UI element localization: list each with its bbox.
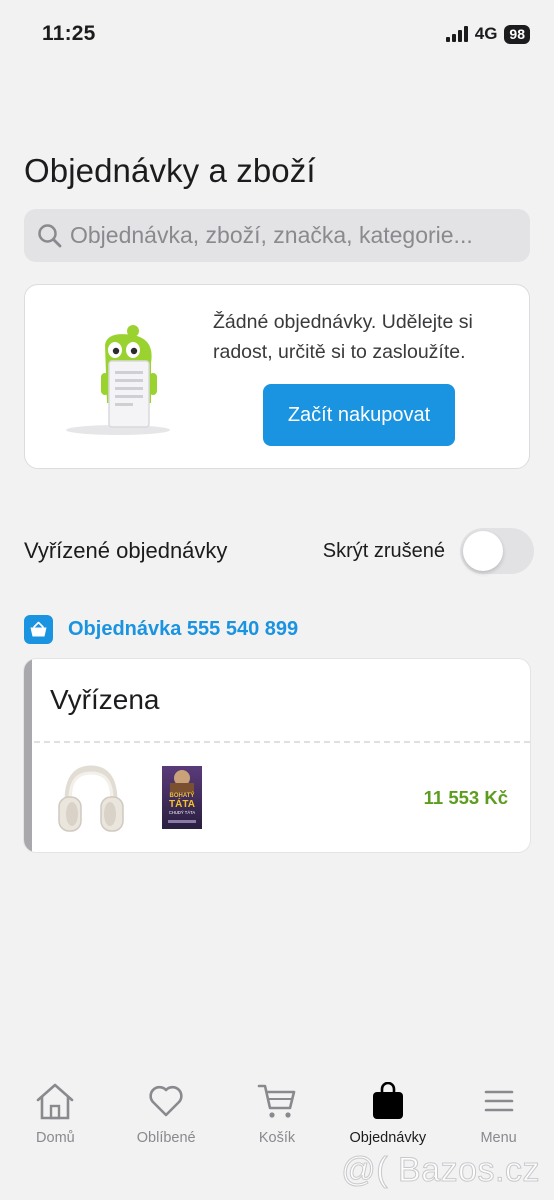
tab-orders[interactable]: Objednávky [332, 1078, 443, 1158]
signal-icon [445, 26, 468, 42]
book-cover-line-3: CHUDÝ TÁTA [169, 810, 196, 815]
tab-cart-label: Košík [258, 1130, 296, 1146]
tab-menu[interactable]: Menu [443, 1078, 554, 1158]
status-time: 11:25 [42, 22, 96, 45]
tab-favorites[interactable]: Oblíbené [111, 1078, 222, 1158]
network-type: 4G [474, 24, 498, 43]
divider [34, 741, 530, 743]
cart-icon [254, 1078, 300, 1124]
order-link[interactable]: Objednávka 555 540 899 [24, 615, 298, 644]
tab-bar: Domů Oblíbené Košík Objednávky Menu [0, 1078, 554, 1158]
tab-orders-label: Objednávky [349, 1130, 427, 1146]
basket-icon [24, 615, 53, 644]
heart-icon [143, 1078, 189, 1124]
tab-menu-label: Menu [480, 1130, 517, 1146]
menu-icon [476, 1078, 522, 1124]
empty-orders-card: Žádné objednávky. Udělejte si radost, ur… [24, 284, 530, 469]
tab-cart[interactable]: Košík [222, 1078, 333, 1158]
headphones-image [58, 765, 124, 832]
search-input[interactable] [70, 222, 510, 249]
book-cover-line-2: TÁTA [169, 797, 195, 810]
book-cover-line-1: BOHATÝ [170, 792, 195, 799]
mascot-illustration [66, 325, 170, 435]
hide-cancelled-toggle[interactable] [460, 528, 534, 574]
battery-icon: 98 [504, 24, 530, 44]
book-cover-image: BOHATÝ TÁTA CHUDÝ TÁTA [162, 766, 202, 829]
start-shopping-button[interactable]: Začít nakupovat [263, 384, 455, 446]
order-card[interactable]: Vyřízena BOHATÝ TÁTA CHUDÝ TÁTA 11 553 K… [24, 659, 530, 852]
watermark: @( Bazos.cz [341, 1151, 540, 1190]
page-title: Objednávky a zboží [24, 152, 316, 189]
toggle-knob [463, 531, 503, 571]
bag-icon [365, 1078, 411, 1124]
tab-favorites-label: Oblíbené [136, 1130, 196, 1146]
empty-orders-message: Žádné objednávky. Udělejte si radost, ur… [213, 311, 473, 363]
tab-home-label: Domů [36, 1130, 75, 1146]
status-indicator-bar [24, 659, 32, 852]
hide-cancelled-label: Skrýt zrušené [322, 540, 445, 562]
order-number: Objednávka 555 540 899 [68, 618, 299, 640]
order-price: 11 553 Kč [423, 787, 508, 808]
status-bar: 11:25 4G 98 [0, 0, 554, 64]
completed-orders-title: Vyřízené objednávky [24, 538, 228, 563]
order-status: Vyřízena [50, 684, 160, 715]
home-icon [32, 1078, 78, 1124]
search-icon [36, 222, 64, 250]
search-bar[interactable] [24, 209, 530, 262]
tab-home[interactable]: Domů [0, 1078, 111, 1158]
status-indicators: 4G 98 [445, 24, 530, 44]
